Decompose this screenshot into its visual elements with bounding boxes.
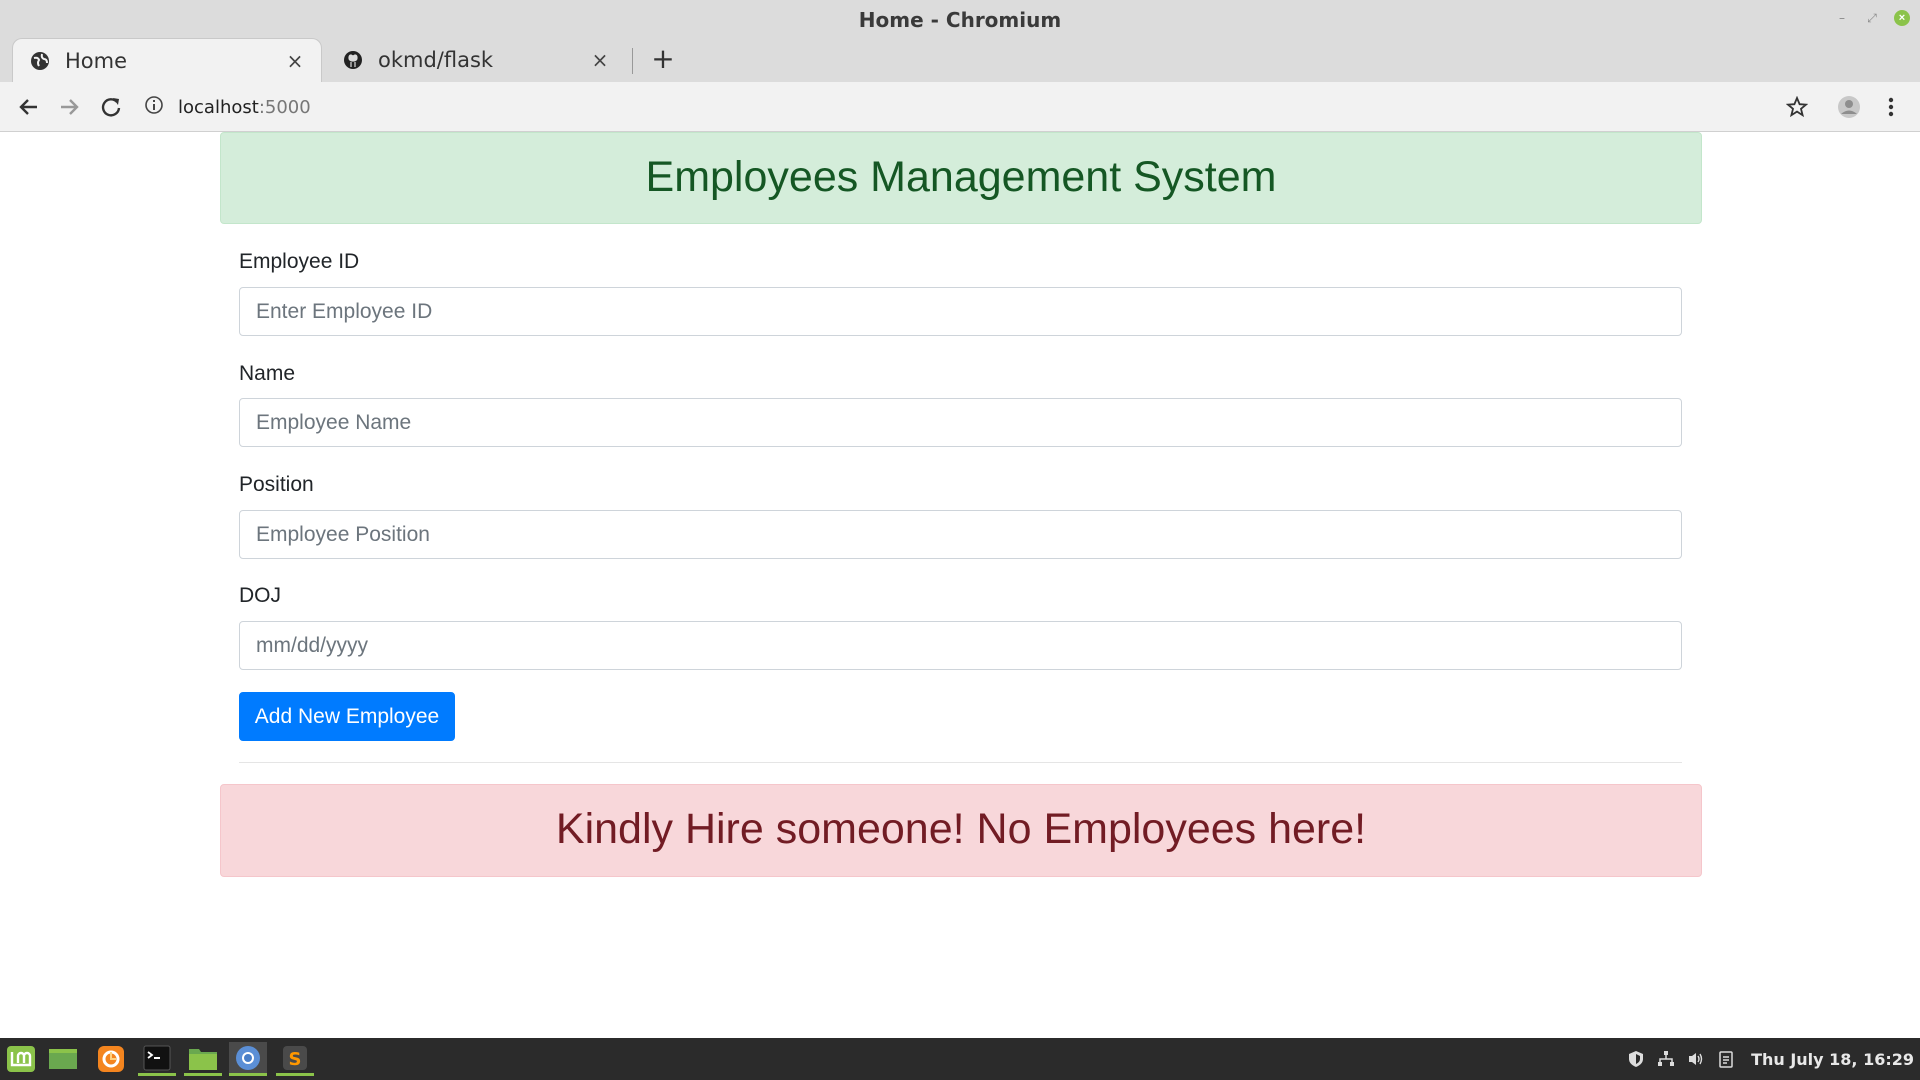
bookmark-star-icon[interactable] [1780, 90, 1814, 124]
tab-separator [632, 48, 633, 74]
firefox-icon[interactable] [92, 1042, 130, 1076]
github-icon [342, 49, 364, 71]
taskbar: S Thu July 18, 16:29 [0, 1038, 1920, 1080]
window-controls: – ⤢ × [1834, 10, 1910, 26]
divider [239, 762, 1682, 763]
window-title: Home - Chromium [858, 8, 1062, 32]
new-tab-button[interactable]: + [648, 44, 678, 74]
position-label: Position [239, 473, 314, 496]
page-header-banner: Employees Management System [220, 132, 1702, 224]
employee-id-label: Employee ID [239, 250, 360, 273]
tab-label: okmd/flask [378, 48, 494, 72]
browser-toolbar: localhost:5000 [0, 82, 1920, 132]
system-tray: Thu July 18, 16:29 [1627, 1038, 1914, 1080]
name-input[interactable] [239, 398, 1682, 447]
doj-date-input[interactable] [239, 621, 1682, 670]
svg-text:S: S [289, 1049, 302, 1070]
files-icon[interactable] [184, 1042, 222, 1076]
url-port: :5000 [258, 96, 311, 118]
tab-home[interactable]: Home × [12, 38, 322, 82]
globe-icon [29, 50, 51, 72]
page-content: Employees Management System Employee ID … [0, 132, 1920, 1038]
clock[interactable]: Thu July 18, 16:29 [1751, 1050, 1914, 1069]
chromium-icon[interactable] [229, 1042, 267, 1076]
tab-strip: Home × okmd/flask × + [0, 36, 1920, 82]
name-label: Name [239, 362, 296, 385]
mint-menu-icon[interactable] [2, 1042, 40, 1076]
add-employee-button[interactable]: Add New Employee [239, 692, 455, 741]
close-window-icon[interactable]: × [1894, 10, 1910, 26]
restore-icon[interactable]: ⤢ [1864, 10, 1880, 26]
forward-arrow-icon[interactable] [52, 90, 86, 124]
show-desktop-icon[interactable] [44, 1042, 82, 1076]
tab-okmd-flask[interactable]: okmd/flask × [326, 38, 626, 82]
position-input[interactable] [239, 510, 1682, 559]
url-host: localhost [178, 96, 259, 118]
profile-avatar-icon[interactable] [1832, 90, 1866, 124]
reload-icon[interactable] [94, 90, 128, 124]
network-icon[interactable] [1657, 1050, 1675, 1068]
no-employees-alert: Kindly Hire someone! No Employees here! [220, 784, 1702, 877]
doj-label: DOJ [239, 584, 281, 607]
terminal-icon[interactable] [138, 1042, 176, 1076]
close-tab-icon[interactable]: × [590, 48, 610, 72]
shield-icon[interactable] [1627, 1050, 1645, 1068]
site-info-icon[interactable] [144, 95, 164, 120]
employee-id-input[interactable] [239, 287, 1682, 336]
clipboard-icon[interactable] [1717, 1050, 1735, 1068]
address-bar[interactable]: localhost:5000 [144, 89, 1744, 125]
volume-icon[interactable] [1687, 1050, 1705, 1068]
close-tab-icon[interactable]: × [285, 49, 305, 73]
minimize-icon[interactable]: – [1834, 10, 1850, 26]
back-arrow-icon[interactable] [12, 90, 46, 124]
sublime-text-icon[interactable]: S [276, 1042, 314, 1076]
menu-kebab-icon[interactable] [1874, 90, 1908, 124]
tab-label: Home [65, 48, 128, 73]
